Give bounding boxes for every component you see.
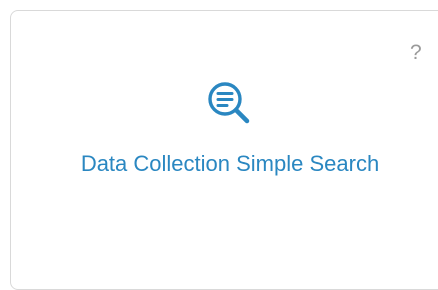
card-title: Data Collection Simple Search xyxy=(80,151,380,176)
search-list-icon xyxy=(208,82,250,124)
help-icon[interactable]: ? xyxy=(410,42,422,63)
